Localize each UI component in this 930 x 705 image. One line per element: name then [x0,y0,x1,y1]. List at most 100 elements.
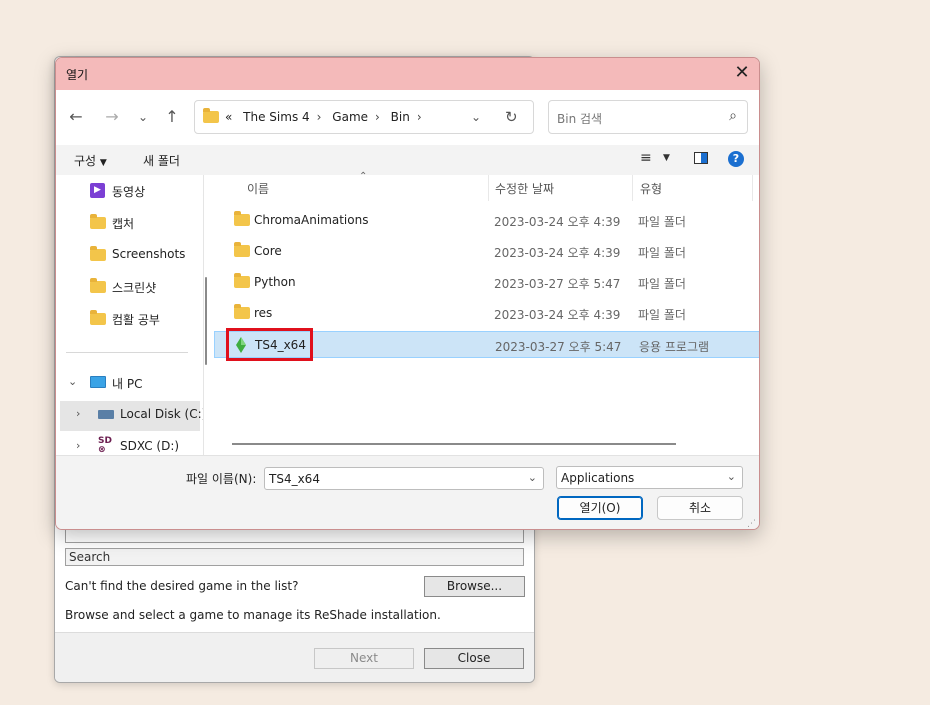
file-date: 2023-03-24 오후 4:39 [494,308,621,322]
column-header-date[interactable]: 수정한 날짜 [495,180,554,197]
open-file-dialog: 열기 ✕ ← → ⌄ ↑ « The Sims 4 › Game › Bin › ⌄ … [55,57,760,530]
search-icon: ⌕ [729,108,737,124]
new-folder-button[interactable]: 새 폴더 [143,152,180,169]
annotation-highlight-box [226,328,313,361]
command-bar: 구성 ▼ 새 폴더 ≡ ▼ ? [56,145,759,175]
file-row[interactable]: Python 2023-03-27 오후 5:47 파일 폴더 [214,269,759,296]
close-icon[interactable]: ✕ [733,64,751,82]
breadcrumb-item-bin[interactable]: Bin [391,110,410,124]
column-header-name[interactable]: 이름 [247,180,269,197]
breadcrumb-item-game[interactable]: Game [332,110,368,124]
navigation-pane: ▶ 동영상 📌 캡처 Screenshots 스크린샷 컴활 공부 [56,175,204,455]
folder-icon [203,108,219,123]
forward-arrow-icon[interactable]: → [102,107,122,127]
filename-input[interactable]: TS4_x64 ⌄ [264,467,544,490]
file-name: res [254,306,273,320]
filetype-select[interactable]: Applications ⌄ [556,466,743,489]
divider [752,175,753,201]
filename-label: 파일 이름(N): [186,472,257,486]
file-row[interactable]: Core 2023-03-24 오후 4:39 파일 폴더 [214,238,759,265]
sidebar-item-label: 캡처 [112,217,135,231]
file-name: ChromaAnimations [254,213,369,227]
file-row[interactable]: ChromaAnimations 2023-03-24 오후 4:39 파일 폴… [214,207,759,234]
breadcrumb-item-the-sims-4[interactable]: The Sims 4 [243,110,309,124]
folder-icon [90,214,106,229]
chevron-right-icon: › [375,110,380,124]
missing-game-prompt: Can't find the desired game in the list? [65,579,299,593]
breadcrumb: « The Sims 4 › Game › Bin › [225,110,429,124]
filetype-value: Applications [561,471,635,485]
dialog-title: 열기 [66,68,89,82]
browse-hint-text: Browse and select a game to manage its R… [65,608,441,622]
folder-icon [90,246,106,261]
refresh-icon[interactable]: ↻ [505,108,518,126]
chevron-right-icon[interactable]: › [76,407,80,420]
chevron-right-icon: › [316,110,322,124]
chevron-down-icon[interactable]: ⌄ [68,375,77,388]
folder-icon [90,310,106,325]
pin-icon[interactable]: 📌 [202,183,203,196]
filename-value: TS4_x64 [269,472,320,486]
next-button[interactable]: Next [314,648,414,669]
recent-locations-chevron-icon[interactable]: ⌄ [133,107,153,127]
chevron-down-icon[interactable]: ⌄ [727,470,736,483]
cancel-button[interactable]: 취소 [657,496,743,520]
sidebar-item-label: 스크린샷 [112,281,157,295]
file-row[interactable]: res 2023-03-24 오후 4:39 파일 폴더 [214,300,759,327]
view-list-icon[interactable]: ≡ [640,150,652,166]
file-list: ⌃ 이름 수정한 날짜 유형 ChromaAnimations 2023-03-… [214,171,759,455]
nav-scrollbar[interactable] [205,277,207,365]
file-type: 응용 프로그램 [639,340,710,354]
divider [488,175,489,201]
organize-label: 구성 [74,154,97,168]
file-date: 2023-03-27 오후 5:47 [494,277,621,291]
up-arrow-icon[interactable]: ↑ [162,107,182,127]
chevron-down-icon[interactable]: ⌄ [471,110,481,124]
file-name: Python [254,275,296,289]
search-input[interactable]: Search [65,548,524,566]
divider [66,352,188,353]
column-header-type[interactable]: 유형 [640,180,662,197]
open-button[interactable]: 열기(O) [557,496,643,520]
footer-bar: Next Close [55,632,534,682]
sidebar-item-label: Local Disk (C:) [120,407,204,421]
file-type: 파일 폴더 [638,246,686,260]
file-date: 2023-03-24 오후 4:39 [494,215,621,229]
search-box[interactable]: Bin 검색 ⌕ [548,100,748,134]
search-placeholder: Bin 검색 [557,112,603,126]
folder-icon [234,242,250,257]
sidebar-item-label: Screenshots [112,247,186,261]
disk-icon [98,410,114,419]
file-date: 2023-03-27 오후 5:47 [495,340,622,354]
file-type: 파일 폴더 [638,215,686,229]
folder-icon [234,211,250,226]
folder-icon [234,273,250,288]
video-icon: ▶ [90,183,105,198]
resize-grip-icon[interactable]: ⋰ [747,519,756,529]
back-arrow-icon[interactable]: ← [66,107,86,127]
sidebar-item-label: 컴활 공부 [112,313,160,327]
browse-button[interactable]: Browse... [424,576,525,597]
file-name: Core [254,244,282,258]
horizontal-scrollbar[interactable] [232,443,676,445]
breadcrumb-overflow[interactable]: « [225,110,232,124]
sidebar-item-label: 동영상 [112,185,146,199]
sd-card-icon: SD ⊗ [98,436,112,455]
chevron-right-icon[interactable]: › [76,439,80,452]
sidebar-item-label: SDXC (D:) [120,439,180,453]
content-area: ▶ 동영상 📌 캡처 Screenshots 스크린샷 컴활 공부 [56,171,759,455]
preview-pane-icon[interactable] [694,152,708,164]
sort-ascending-icon: ⌃ [359,171,368,182]
chevron-down-icon[interactable]: ⌄ [528,471,537,484]
sidebar-item-label: 내 PC [112,377,143,391]
file-date: 2023-03-24 오후 4:39 [494,246,621,260]
folder-icon [234,304,250,319]
help-icon[interactable]: ? [728,151,744,167]
chevron-right-icon: › [416,110,422,124]
close-button[interactable]: Close [424,648,524,669]
address-bar[interactable]: « The Sims 4 › Game › Bin › ⌄ ↻ [194,100,534,134]
caret-down-icon: ▼ [99,158,107,168]
caret-down-icon[interactable]: ▼ [663,153,670,163]
navigation-bar: ← → ⌄ ↑ « The Sims 4 › Game › Bin › ⌄ ↻ Bin… [56,90,759,145]
organize-menu[interactable]: 구성 ▼ [74,152,107,169]
